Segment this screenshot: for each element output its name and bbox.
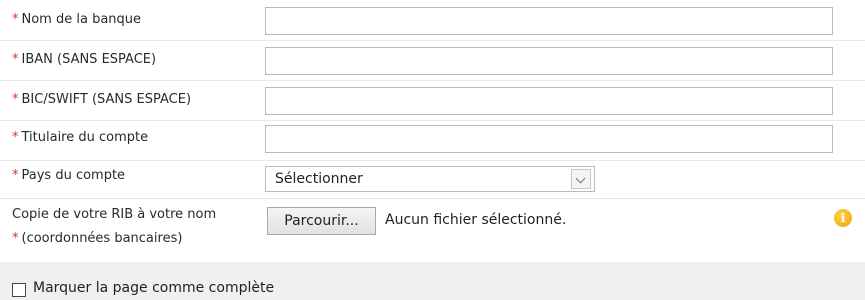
- mark-complete-checkbox[interactable]: [12, 283, 26, 297]
- required-asterisk: *: [12, 168, 19, 183]
- bank-name-input[interactable]: [265, 7, 833, 35]
- country-select-value: Sélectionner: [275, 171, 363, 187]
- rib-label-line2: * (coordonnées bancaires): [12, 231, 183, 246]
- form-row-iban: * IBAN (SANS ESPACE): [0, 40, 865, 81]
- form-row-account-holder: * Titulaire du compte: [0, 120, 865, 161]
- required-asterisk: *: [12, 92, 19, 107]
- mark-complete-label[interactable]: Marquer la page comme complète: [33, 280, 274, 296]
- account-holder-label: * Titulaire du compte: [12, 130, 149, 145]
- country-select[interactable]: Sélectionner: [265, 166, 595, 192]
- required-asterisk: *: [12, 12, 19, 27]
- form-row-bic: * BIC/SWIFT (SANS ESPACE): [0, 80, 865, 121]
- completion-footer: Marquer la page comme complète: [0, 262, 865, 300]
- bic-label: * BIC/SWIFT (SANS ESPACE): [12, 92, 192, 107]
- required-asterisk: *: [12, 231, 19, 246]
- bank-name-label: * Nom de la banque: [12, 12, 142, 27]
- info-icon[interactable]: i: [834, 209, 852, 227]
- form-row-bank-name: * Nom de la banque: [0, 0, 865, 41]
- bic-input[interactable]: [265, 87, 833, 115]
- chevron-down-icon[interactable]: [571, 169, 591, 189]
- no-file-selected-text: Aucun fichier sélectionné.: [385, 212, 567, 228]
- iban-input[interactable]: [265, 47, 833, 75]
- browse-button[interactable]: Parcourir...: [267, 207, 376, 235]
- country-label: * Pays du compte: [12, 168, 126, 183]
- account-holder-input[interactable]: [265, 125, 833, 153]
- required-asterisk: *: [12, 52, 19, 67]
- rib-label-line1: Copie de votre RIB à votre nom: [12, 207, 217, 222]
- required-asterisk: *: [12, 130, 19, 145]
- iban-label: * IBAN (SANS ESPACE): [12, 52, 157, 67]
